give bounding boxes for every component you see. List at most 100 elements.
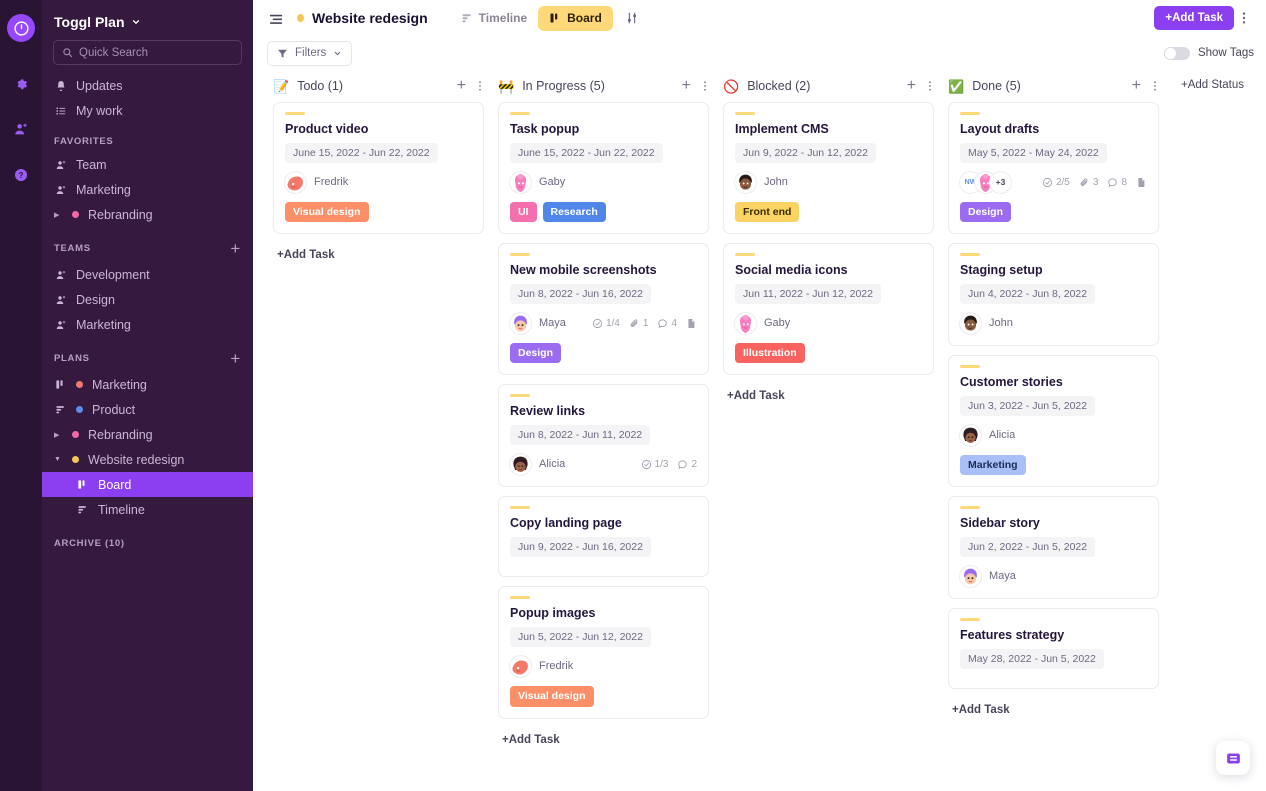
sidebar-item-board[interactable]: Board (42, 472, 253, 497)
more-vertical-icon[interactable] (1234, 6, 1254, 30)
hamburger-icon[interactable] (267, 11, 285, 26)
task-card[interactable]: New mobile screenshots Jun 8, 2022 - Jun … (498, 243, 709, 376)
sidebar-item-marketing-fav[interactable]: Marketing (42, 177, 253, 202)
task-card[interactable]: Staging setup Jun 4, 2022 - Jun 8, 2022 Jo… (948, 243, 1159, 347)
tab-timeline[interactable]: Timeline (450, 6, 538, 31)
sidebar-item-design[interactable]: Design (42, 287, 253, 312)
card-title: Sidebar story (960, 516, 1040, 531)
favorites-section-header: FAVORITES (42, 123, 253, 152)
chat-widget-icon[interactable] (1216, 741, 1250, 775)
card-assignee[interactable]: Gaby (735, 312, 790, 334)
column-more-icon[interactable] (924, 80, 936, 92)
description-icon-indicator (686, 318, 697, 329)
filters-button[interactable]: Filters (267, 40, 353, 66)
add-task-link[interactable]: +Add Task (498, 728, 564, 752)
sidebar-item-team[interactable]: Team (42, 152, 253, 177)
board-column: 🚫 Blocked (2) + Implement CMS Jun 9, 2022 - … (717, 70, 942, 408)
task-card[interactable]: Copy landing page Jun 9, 2022 - Jun 16, 2… (498, 496, 709, 578)
card-assignee-group[interactable]: NW +3 (960, 171, 1011, 193)
task-card[interactable]: Implement CMS Jun 9, 2022 - Jun 12, 2022 J… (723, 102, 934, 235)
column-header: ✅ Done (5) + (942, 70, 1167, 102)
card-assignee[interactable]: Maya (960, 565, 1016, 587)
card-assignee[interactable]: Fredrik (510, 655, 573, 677)
add-task-link[interactable]: +Add Task (948, 698, 1014, 722)
task-card[interactable]: Sidebar story Jun 2, 2022 - Jun 5, 2022 Ma… (948, 496, 1159, 600)
task-card[interactable]: Task popup June 15, 2022 - Jun 22, 2022 Ga… (498, 102, 709, 235)
card-assignee[interactable]: Gaby (510, 171, 565, 193)
task-card[interactable]: Customer stories Jun 3, 2022 - Jun 5, 202… (948, 355, 1159, 488)
column-more-icon[interactable] (1149, 80, 1161, 92)
sidebar-item-timeline[interactable]: Timeline (42, 497, 253, 522)
task-card[interactable]: Features strategy May 28, 2022 - Jun 5, 2… (948, 608, 1159, 690)
search-placeholder: Quick Search (79, 46, 149, 59)
add-task-link[interactable]: +Add Task (273, 243, 339, 267)
card-assignee[interactable]: Alicia (510, 453, 565, 475)
tag-chip[interactable]: Research (542, 202, 606, 223)
tag-chip[interactable]: Design (960, 202, 1012, 223)
indicator-value: 8 (1121, 176, 1127, 188)
task-card[interactable]: Product video June 15, 2022 - Jun 22, 202… (273, 102, 484, 235)
workspace-switcher[interactable]: Toggl Plan (42, 8, 253, 40)
add-card-button[interactable]: + (682, 78, 691, 94)
add-card-button[interactable]: + (457, 78, 466, 94)
toggl-logo[interactable] (7, 14, 35, 42)
task-card[interactable]: Layout drafts May 5, 2022 - May 24, 2022 N… (948, 102, 1159, 235)
sidebar-item-plan-marketing[interactable]: Marketing (42, 372, 253, 397)
sidebar-item-plan-website-redesign[interactable]: ▼ Website redesign (42, 447, 253, 472)
checklist-icon-indicator: 1/3 (641, 459, 668, 470)
add-task-button[interactable]: +Add Task (1154, 6, 1234, 30)
invite-user-icon[interactable] (6, 114, 36, 144)
card-assignee[interactable]: John (960, 312, 1013, 334)
card-assignee[interactable]: Maya (510, 312, 566, 334)
task-card[interactable]: Popup images Jun 5, 2022 - Jun 12, 2022 Fr… (498, 586, 709, 719)
tab-board[interactable]: Board (538, 5, 613, 31)
team-icon (54, 294, 67, 306)
column-more-icon[interactable] (474, 80, 486, 92)
checklist-icon-indicator: 2/5 (1042, 177, 1070, 188)
add-task-link[interactable]: +Add Task (723, 384, 789, 408)
caret-right-icon[interactable]: ▶ (54, 211, 63, 219)
add-plan-button[interactable]: + (230, 350, 241, 367)
card-assignee[interactable]: Alicia (960, 424, 1015, 446)
tag-chip[interactable]: Visual design (510, 686, 594, 707)
sidebar-item-plan-product[interactable]: Product (42, 397, 253, 422)
add-card-button[interactable]: + (1132, 78, 1141, 94)
sidebar-item-plan-rebranding[interactable]: ▶ Rebranding (42, 422, 253, 447)
avatar (510, 312, 531, 334)
caret-down-icon[interactable]: ▼ (54, 456, 63, 463)
page-title[interactable]: Website redesign (297, 10, 428, 26)
caret-right-icon[interactable]: ▶ (54, 431, 63, 439)
sort-sliders-icon[interactable] (619, 6, 645, 30)
tag-chip[interactable]: Illustration (735, 343, 805, 364)
show-tags-toggle[interactable]: Show Tags (1163, 46, 1254, 60)
column-body: Task popup June 15, 2022 - Jun 22, 2022 Ga… (492, 102, 717, 752)
card-date-range: Jun 9, 2022 - Jun 16, 2022 (510, 537, 651, 558)
column-more-icon[interactable] (699, 80, 711, 92)
task-card[interactable]: Social media icons Jun 11, 2022 - Jun 12,… (723, 243, 934, 376)
task-card[interactable]: Review links Jun 8, 2022 - Jun 11, 2022 Al… (498, 384, 709, 488)
toggle-switch[interactable] (1163, 46, 1190, 60)
sidebar-item-development[interactable]: Development (42, 262, 253, 287)
card-assignee[interactable]: John (735, 171, 788, 193)
tag-chip[interactable]: Design (510, 343, 562, 364)
add-team-button[interactable]: + (230, 240, 241, 257)
archive-section-header[interactable]: ARCHIVE (10) (42, 522, 253, 554)
sidebar-item-updates[interactable]: Updates (42, 73, 253, 98)
add-card-button[interactable]: + (907, 78, 916, 94)
board-column: ✅ Done (5) + Layout drafts May 5, 2022 - May… (942, 70, 1167, 722)
assignee-name: Fredrik (314, 176, 349, 188)
sidebar-item-rebranding-fav[interactable]: ▶ Rebranding (42, 202, 253, 227)
help-icon[interactable]: ? (6, 160, 36, 190)
add-status-button[interactable]: +Add Status (1181, 70, 1244, 91)
sidebar-item-marketing-team[interactable]: Marketing (42, 312, 253, 337)
search-input[interactable]: Quick Search (53, 40, 242, 65)
bell-icon (54, 80, 67, 92)
tag-chip[interactable]: Visual design (285, 202, 369, 223)
sidebar-item-my-work[interactable]: My work (42, 98, 253, 123)
tag-chip[interactable]: UI (510, 202, 537, 223)
card-assignee[interactable]: Fredrik (285, 171, 349, 193)
tag-chip[interactable]: Front end (735, 202, 800, 223)
gear-icon[interactable] (6, 68, 36, 98)
tag-chip[interactable]: Marketing (960, 455, 1026, 476)
tab-label: Timeline (478, 11, 528, 25)
